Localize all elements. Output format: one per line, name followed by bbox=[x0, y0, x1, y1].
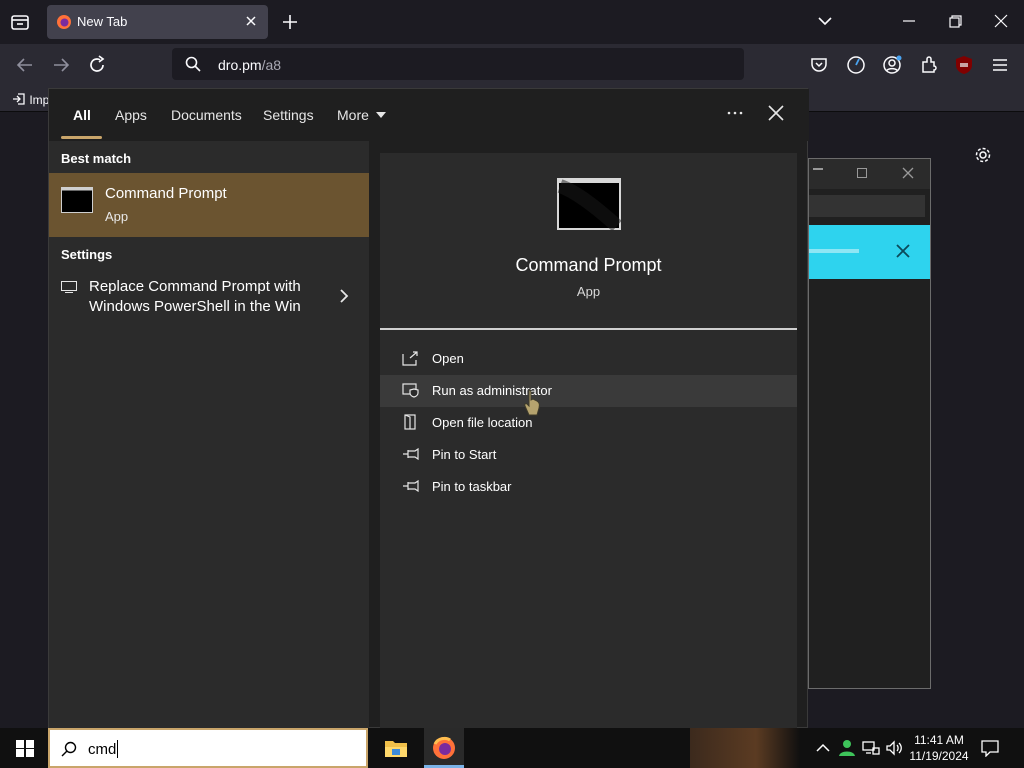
folder-icon bbox=[385, 741, 407, 757]
active-tab-indicator bbox=[61, 136, 102, 139]
tab-documents[interactable]: Documents bbox=[171, 107, 242, 123]
shield-icon bbox=[402, 383, 419, 398]
notification-center-icon[interactable] bbox=[980, 739, 1000, 757]
new-tab-icon[interactable] bbox=[280, 12, 300, 32]
pin-icon bbox=[403, 479, 419, 493]
ublock-icon[interactable] bbox=[953, 54, 975, 76]
search-icon bbox=[185, 56, 201, 72]
hamburger-menu-icon[interactable] bbox=[989, 54, 1011, 76]
clock-date: 11/19/2024 bbox=[909, 749, 969, 763]
best-match-type: App bbox=[105, 209, 129, 224]
user-status-icon[interactable] bbox=[838, 739, 856, 757]
action-open[interactable]: Open bbox=[380, 343, 797, 375]
reload-icon[interactable] bbox=[86, 54, 108, 76]
maximize-icon[interactable] bbox=[857, 168, 867, 178]
tab-list-icon[interactable] bbox=[8, 10, 32, 34]
close-window-icon[interactable] bbox=[992, 12, 1010, 30]
close-tab-icon[interactable] bbox=[243, 13, 259, 29]
background-window-address bbox=[809, 195, 925, 217]
close-icon[interactable] bbox=[901, 166, 915, 180]
restore-icon[interactable] bbox=[946, 12, 964, 30]
search-icon bbox=[61, 741, 77, 757]
more-options-icon[interactable] bbox=[725, 103, 745, 123]
banner-progress bbox=[809, 249, 859, 253]
browser-tab[interactable]: New Tab bbox=[47, 5, 268, 39]
setting-result-label: Replace Command Prompt with Windows Powe… bbox=[89, 278, 301, 315]
chevron-down-icon[interactable] bbox=[816, 12, 834, 30]
preview-app-type: App bbox=[576, 284, 601, 299]
tab-apps[interactable]: Apps bbox=[115, 107, 147, 123]
best-match-item[interactable]: Command Prompt App bbox=[49, 173, 369, 237]
bookmark-import[interactable]: Imp bbox=[12, 92, 49, 107]
firefox-icon bbox=[433, 736, 455, 759]
action-open-file-location-label: Open file location bbox=[432, 415, 533, 430]
windows-taskbar: cmd 11:41 AM 11/19/2024 bbox=[0, 728, 1024, 768]
result-preview-panel: Command Prompt App Open Run as administr… bbox=[380, 153, 797, 729]
search-query: cmd bbox=[88, 740, 119, 758]
search-results-list: Best match Command Prompt App Settings R… bbox=[49, 141, 369, 729]
start-button[interactable] bbox=[0, 728, 48, 768]
preview-app-name: Command Prompt bbox=[515, 255, 662, 275]
browser-nav-bar: dro.pm/a8 bbox=[0, 44, 1024, 88]
taskbar-firefox[interactable] bbox=[424, 728, 464, 768]
taskbar-file-explorer[interactable] bbox=[376, 728, 416, 768]
account-icon[interactable] bbox=[881, 54, 903, 76]
firefox-icon bbox=[57, 15, 71, 29]
start-search-panel: All Apps Documents Settings More Best ma… bbox=[48, 88, 809, 729]
import-icon bbox=[13, 93, 25, 105]
best-match-name: Command Prompt bbox=[105, 185, 227, 202]
chevron-right-icon[interactable] bbox=[338, 289, 350, 303]
notification-banner bbox=[809, 225, 930, 279]
chevron-down-icon bbox=[375, 112, 386, 118]
windows-logo-icon bbox=[16, 740, 34, 757]
chevron-up-icon[interactable] bbox=[814, 739, 832, 757]
timer-extension-icon[interactable] bbox=[845, 54, 867, 76]
monitor-icon bbox=[61, 281, 77, 293]
text-caret bbox=[117, 740, 119, 758]
system-clock[interactable]: 11:41 AM 11/19/2024 bbox=[906, 732, 972, 764]
gear-icon[interactable] bbox=[974, 146, 992, 164]
tab-settings[interactable]: Settings bbox=[263, 107, 314, 123]
action-open-file-location[interactable]: Open file location bbox=[380, 407, 797, 439]
tab-more[interactable]: More bbox=[337, 107, 386, 123]
minimize-icon[interactable] bbox=[900, 12, 918, 30]
pocket-icon[interactable] bbox=[808, 54, 830, 76]
command-prompt-icon bbox=[61, 187, 93, 213]
tab-all[interactable]: All bbox=[73, 107, 91, 123]
folder-location-icon bbox=[404, 414, 416, 430]
forward-arrow-icon[interactable] bbox=[50, 54, 72, 76]
background-window-titlebar bbox=[809, 159, 930, 189]
back-arrow-icon[interactable] bbox=[14, 54, 36, 76]
network-icon[interactable] bbox=[862, 739, 880, 757]
action-pin-to-taskbar-label: Pin to taskbar bbox=[432, 479, 512, 494]
setting-result-item[interactable]: Replace Command Prompt with Windows Powe… bbox=[49, 273, 369, 321]
background-window bbox=[808, 158, 931, 689]
browser-tab-bar: New Tab bbox=[0, 0, 1024, 44]
command-prompt-icon bbox=[557, 178, 621, 230]
extensions-icon[interactable] bbox=[918, 54, 940, 76]
url-text: dro.pm/a8 bbox=[218, 57, 282, 73]
close-icon[interactable] bbox=[895, 243, 911, 259]
preview-divider bbox=[380, 328, 797, 330]
open-icon bbox=[402, 351, 418, 366]
volume-icon[interactable] bbox=[885, 739, 903, 757]
pin-icon bbox=[403, 447, 419, 461]
tab-title: New Tab bbox=[77, 14, 128, 29]
action-pin-to-start-label: Pin to Start bbox=[432, 447, 497, 462]
action-run-as-administrator[interactable]: Run as administrator bbox=[380, 375, 797, 407]
search-filter-tabs: All Apps Documents Settings More bbox=[49, 89, 809, 141]
action-pin-to-taskbar[interactable]: Pin to taskbar bbox=[380, 471, 797, 503]
close-icon[interactable] bbox=[766, 103, 786, 123]
action-pin-to-start[interactable]: Pin to Start bbox=[380, 439, 797, 471]
best-match-heading: Best match bbox=[61, 151, 132, 166]
clock-time: 11:41 AM bbox=[914, 733, 964, 747]
settings-heading: Settings bbox=[61, 247, 113, 262]
action-open-label: Open bbox=[432, 351, 464, 366]
url-bar[interactable]: dro.pm/a8 bbox=[172, 48, 744, 80]
taskbar-background-art bbox=[690, 728, 800, 768]
minimize-icon[interactable] bbox=[813, 168, 823, 170]
mouse-cursor-icon bbox=[524, 389, 540, 416]
taskbar-search-input[interactable]: cmd bbox=[48, 728, 368, 768]
